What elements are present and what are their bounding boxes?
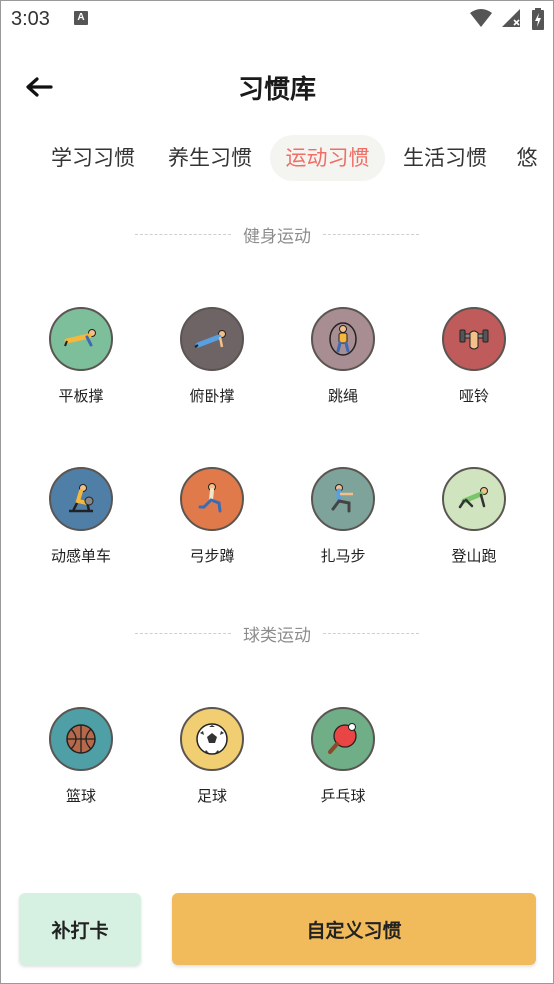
habit-icon-circle: [180, 307, 244, 371]
habit-lunge[interactable]: 弓步蹲: [152, 467, 272, 577]
page-title: 习惯库: [237, 75, 316, 105]
habit-icon-circle: [311, 307, 375, 371]
habit-plank[interactable]: 平板撑: [21, 307, 141, 417]
app-screen: 3:03 A 习惯库 学习习惯 养生习惯 运动习惯 生活习惯 悠 健身运动 平板…: [0, 0, 554, 984]
habit-icon-circle: [49, 307, 113, 371]
habit-label: 哑铃: [458, 387, 489, 405]
tab-health[interactable]: 养生习惯: [154, 135, 266, 181]
notification-icon: A: [74, 11, 88, 25]
habit-label: 平板撑: [58, 387, 104, 405]
custom-habit-button[interactable]: 自定义习惯: [172, 893, 536, 965]
section-header-fitness: 健身运动: [1, 219, 553, 249]
tab-study[interactable]: 学习习惯: [37, 135, 149, 181]
header: 习惯库: [1, 57, 553, 115]
wifi-icon: [469, 9, 492, 27]
status-bar: 3:03 A: [1, 1, 553, 41]
habit-label: 跳绳: [327, 387, 358, 405]
habit-label: 登山跑: [451, 547, 497, 565]
habit-mountain-climber[interactable]: 登山跑: [414, 467, 534, 577]
habit-soccer[interactable]: 足球: [152, 707, 272, 817]
habit-basketball[interactable]: 篮球: [21, 707, 141, 817]
habit-icon-circle: [180, 707, 244, 771]
category-tabs: 学习习惯 养生习惯 运动习惯 生活习惯 悠: [1, 135, 553, 183]
habit-label: 弓步蹲: [189, 547, 235, 565]
habit-icon-circle: [442, 467, 506, 531]
jump-rope-icon: [329, 322, 357, 356]
spin-bike-icon: [69, 484, 94, 513]
tab-sports[interactable]: 运动习惯: [270, 135, 385, 181]
habit-icon-circle: [49, 707, 113, 771]
ping-pong-icon: [328, 723, 357, 754]
status-icons: [469, 7, 545, 31]
habit-jump-rope[interactable]: 跳绳: [283, 307, 403, 417]
habit-pushup[interactable]: 俯卧撑: [152, 307, 272, 417]
habit-icon-circle: [49, 467, 113, 531]
basketball-icon: [66, 724, 96, 754]
divider: [135, 233, 231, 235]
habit-label: 乒乓球: [320, 787, 366, 805]
squat-icon: [331, 484, 353, 513]
divider: [135, 632, 231, 634]
tab-leisure[interactable]: 悠: [507, 135, 547, 181]
habit-icon-circle: [311, 467, 375, 531]
battery-charging-icon: [532, 8, 544, 30]
habit-icon-circle: [311, 707, 375, 771]
habit-label: 俯卧撑: [189, 387, 235, 405]
habit-ping-pong[interactable]: 乒乓球: [283, 707, 403, 817]
section-title: 球类运动: [243, 625, 311, 646]
tab-life[interactable]: 生活习惯: [389, 135, 501, 181]
mountain-climber-icon: [458, 487, 488, 509]
pushup-icon: [194, 330, 226, 348]
habit-label: 扎马步: [320, 547, 366, 565]
habit-icon-circle: [180, 467, 244, 531]
lunge-icon: [198, 483, 222, 513]
soccer-ball-icon: [196, 723, 228, 755]
status-time: 3:03: [11, 8, 50, 30]
habit-dumbbell[interactable]: 哑铃: [414, 307, 534, 417]
divider: [323, 233, 419, 235]
dumbbell-icon: [459, 329, 489, 350]
habit-spin-bike[interactable]: 动感单车: [21, 467, 141, 577]
section-header-ball-sports: 球类运动: [1, 618, 553, 648]
section-title: 健身运动: [243, 226, 311, 247]
habit-label: 动感单车: [50, 547, 111, 565]
habit-label: 篮球: [65, 787, 96, 805]
makeup-checkin-button[interactable]: 补打卡: [19, 893, 141, 965]
plank-icon: [64, 329, 96, 347]
divider: [323, 632, 419, 634]
habit-horse-stance[interactable]: 扎马步: [283, 467, 403, 577]
habit-label: 足球: [196, 787, 227, 805]
habit-icon-circle: [442, 307, 506, 371]
cellular-icon: [501, 9, 520, 27]
